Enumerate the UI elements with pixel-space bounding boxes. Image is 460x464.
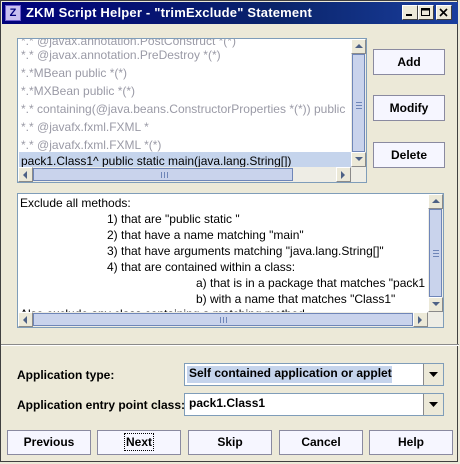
arrow-left-icon <box>23 171 27 179</box>
application-type-value: Self contained application or applet <box>187 366 392 383</box>
description-vertical-scrollbar[interactable] <box>428 194 443 312</box>
description-line: a) that is in a package that matches "pa… <box>196 276 426 290</box>
thumb-grip <box>433 250 439 257</box>
modify-button[interactable]: Modify <box>373 95 445 121</box>
scroll-up-button[interactable] <box>428 194 443 209</box>
list-item[interactable]: *.* @javafx.fxml.FXML * <box>19 118 149 136</box>
window-title: ZKM Script Helper - "trimExclude" Statem… <box>26 5 313 20</box>
list-item[interactable]: *.*MXBean public *(*) <box>19 82 135 100</box>
description-line: 4) that are contained within a class: <box>107 260 296 274</box>
description-horizontal-scrollbar[interactable] <box>18 312 443 327</box>
list-item[interactable]: *.* containing(@java.beans.ConstructorPr… <box>19 100 345 118</box>
app-icon: Z <box>5 5 21 21</box>
description-line: 2) that have a name matching "main" <box>107 228 304 242</box>
description-line: Exclude all methods: <box>20 196 131 210</box>
delete-button[interactable]: Delete <box>373 142 445 168</box>
description-text-area[interactable]: Exclude all methods: 1) that are "public… <box>17 193 444 328</box>
entry-point-class-select[interactable]: pack1.Class1 <box>184 393 444 416</box>
application-type-dropdown-button[interactable] <box>423 364 443 385</box>
cancel-button-label: Cancel <box>301 435 341 449</box>
scroll-down-button[interactable] <box>351 152 366 167</box>
description-line: 3) that have arguments matching "java.la… <box>107 244 384 258</box>
arrow-right-icon <box>341 171 345 179</box>
application-type-label: Application type: <box>17 368 115 382</box>
statement-list[interactable]: *.* @javax.annotation.PostConstruct *(*)… <box>17 38 367 183</box>
list-item[interactable]: *.*MBean public *(*) <box>19 64 127 82</box>
next-button[interactable]: Next <box>97 430 181 455</box>
previous-button[interactable]: Previous <box>7 430 91 455</box>
arrow-up-icon <box>432 199 440 203</box>
description-line: b) with a name that matches "Class1" <box>196 292 396 306</box>
list-item[interactable]: *.* @javax.annotation.PreDestroy *(*) <box>19 46 221 64</box>
title-bar[interactable]: Z ZKM Script Helper - "trimExclude" Stat… <box>2 2 458 24</box>
dialog-window: Z ZKM Script Helper - "trimExclude" Stat… <box>0 0 459 462</box>
scroll-left-button[interactable] <box>18 167 33 182</box>
scroll-right-button[interactable] <box>336 167 351 182</box>
modify-button-label: Modify <box>389 101 429 115</box>
add-button-label: Add <box>397 55 421 69</box>
help-button-label: Help <box>397 435 424 449</box>
list-vertical-thumb[interactable] <box>352 54 365 152</box>
arrow-right-icon <box>418 316 422 324</box>
separator <box>1 344 459 346</box>
description-line: 1) that are "public static " <box>107 212 240 226</box>
close-button[interactable] <box>436 5 452 20</box>
minimize-icon <box>406 14 412 16</box>
chevron-down-icon <box>429 372 438 377</box>
thumb-grip <box>356 102 362 109</box>
scroll-down-button[interactable] <box>428 297 443 312</box>
scroll-right-button[interactable] <box>413 312 428 327</box>
list-vertical-scrollbar[interactable] <box>351 39 366 167</box>
delete-button-label: Delete <box>390 148 428 162</box>
description-horizontal-thumb[interactable] <box>33 313 413 326</box>
application-type-select[interactable]: Self contained application or applet <box>184 363 444 386</box>
arrow-up-icon <box>355 44 363 48</box>
arrow-left-icon <box>23 316 27 324</box>
thumb-grip <box>220 317 227 323</box>
previous-button-label: Previous <box>23 435 75 449</box>
add-button[interactable]: Add <box>373 49 445 75</box>
entry-point-dropdown-button[interactable] <box>423 394 443 415</box>
entry-point-class-label: Application entry point class: <box>17 398 186 412</box>
list-horizontal-thumb[interactable] <box>33 168 293 181</box>
scroll-up-button[interactable] <box>351 39 366 54</box>
minimize-button[interactable] <box>402 5 418 20</box>
maximize-icon <box>421 8 430 16</box>
thumb-grip <box>161 172 168 178</box>
cancel-button[interactable]: Cancel <box>279 430 363 455</box>
description-vertical-thumb[interactable] <box>429 209 442 297</box>
next-button-label: Next <box>123 433 155 451</box>
skip-button[interactable]: Skip <box>188 430 272 455</box>
skip-button-label: Skip <box>217 435 243 449</box>
list-horizontal-scrollbar[interactable] <box>18 167 366 182</box>
close-icon <box>439 8 448 17</box>
scroll-left-button[interactable] <box>18 312 33 327</box>
help-button[interactable]: Help <box>369 430 453 455</box>
maximize-button[interactable] <box>418 5 434 20</box>
arrow-down-icon <box>355 157 363 161</box>
entry-point-class-value: pack1.Class1 <box>189 396 266 410</box>
chevron-down-icon <box>429 402 438 407</box>
arrow-down-icon <box>432 302 440 306</box>
